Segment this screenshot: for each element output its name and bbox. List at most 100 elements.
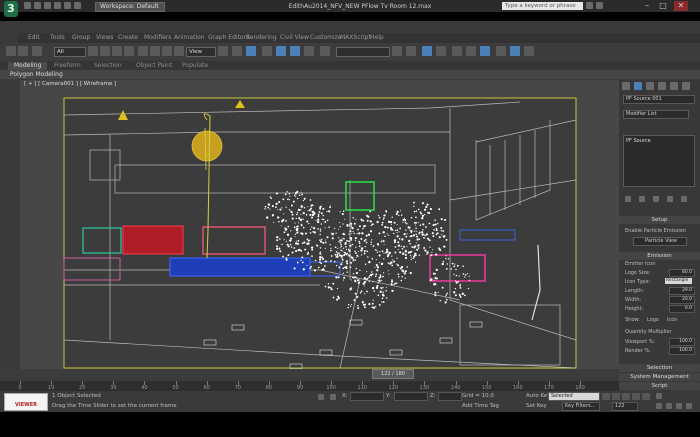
material-editor-icon[interactable] bbox=[480, 46, 490, 56]
play-icon[interactable] bbox=[622, 393, 630, 400]
x-coordinate-field[interactable] bbox=[350, 392, 384, 401]
add-time-tag[interactable]: Add Time Tag bbox=[462, 403, 499, 409]
undo-icon[interactable] bbox=[54, 2, 61, 9]
app-logo-icon[interactable]: 3 bbox=[4, 1, 18, 17]
ribbon-tab-freeform[interactable]: Freeform bbox=[48, 62, 87, 70]
selection-filter-dropdown[interactable]: All bbox=[54, 47, 86, 57]
camera-viewport[interactable]: [ + ] [ Camera001 ] [ Wireframe ] bbox=[20, 80, 619, 369]
time-slider-thumb[interactable]: 122 / 180 bbox=[372, 369, 414, 379]
select-manipulate-icon[interactable] bbox=[232, 46, 242, 56]
script-rollout[interactable]: Script bbox=[619, 382, 700, 390]
ribbon-tab-object-paint[interactable]: Object Paint bbox=[130, 62, 178, 70]
display-tab-icon[interactable] bbox=[670, 82, 678, 90]
menu-item-group[interactable]: Group bbox=[72, 33, 90, 43]
menu-item-rendering[interactable]: Rendering bbox=[246, 33, 277, 43]
height-spinner[interactable]: 0.0 bbox=[669, 305, 695, 313]
configure-modifier-sets-icon[interactable] bbox=[681, 196, 687, 202]
ribbon-tab-modeling[interactable]: Modeling bbox=[8, 62, 48, 70]
redo-icon[interactable] bbox=[64, 2, 71, 9]
menu-item-help[interactable]: Help bbox=[370, 33, 384, 43]
y-coordinate-field[interactable] bbox=[394, 392, 428, 401]
schematic-view-icon[interactable] bbox=[466, 46, 476, 56]
placement-icon[interactable] bbox=[174, 46, 184, 56]
undo-icon[interactable] bbox=[6, 46, 16, 56]
help-icon[interactable] bbox=[596, 2, 603, 9]
close-button[interactable]: ✕ bbox=[674, 1, 688, 11]
show-end-result-icon[interactable] bbox=[639, 196, 645, 202]
save-icon[interactable] bbox=[44, 2, 51, 9]
hierarchy-tab-icon[interactable] bbox=[646, 82, 654, 90]
minimize-button[interactable]: – bbox=[640, 1, 654, 11]
redo-icon[interactable] bbox=[18, 46, 28, 56]
ribbon-tab-selection[interactable]: Selection bbox=[88, 62, 128, 70]
keyboard-shortcut-override-icon[interactable] bbox=[246, 46, 256, 56]
key-filters-button[interactable]: Key Filters... bbox=[562, 402, 600, 411]
menu-item-graph-editors[interactable]: Graph Editors bbox=[208, 33, 249, 43]
scale-icon[interactable] bbox=[162, 46, 172, 56]
select-link-icon[interactable] bbox=[32, 46, 42, 56]
z-coordinate-field[interactable] bbox=[438, 392, 462, 401]
render-setup-icon[interactable] bbox=[496, 46, 506, 56]
search-input[interactable]: Type a keyword or phrase bbox=[502, 2, 583, 10]
menu-item-create[interactable]: Create bbox=[118, 33, 138, 43]
remove-modifier-icon[interactable] bbox=[667, 196, 673, 202]
stack-item-pf-source[interactable]: PF Source bbox=[626, 138, 651, 144]
viewport-percent-spinner[interactable]: 100.0 bbox=[669, 338, 695, 346]
menu-item-maxscript[interactable]: MAXScript bbox=[340, 33, 371, 43]
render-production-icon[interactable] bbox=[524, 46, 534, 56]
rectangular-selection-icon[interactable] bbox=[112, 46, 122, 56]
menu-item-views[interactable]: Views bbox=[96, 33, 113, 43]
logo-size-spinner[interactable]: 80.0 bbox=[669, 269, 695, 277]
emission-rollout[interactable]: Emission bbox=[619, 252, 700, 260]
menu-item-modifiers[interactable]: Modifiers bbox=[144, 33, 171, 43]
menu-item-tools[interactable]: Tools bbox=[50, 33, 65, 43]
motion-tab-icon[interactable] bbox=[658, 82, 666, 90]
absolute-mode-icon[interactable] bbox=[330, 394, 336, 400]
length-spinner[interactable]: 29.0 bbox=[669, 287, 695, 295]
track-bar[interactable]: 0 10 20 30 40 50 60 70 80 90 100 110 120 130 140 150 160… bbox=[0, 381, 619, 391]
spinner-snap-icon[interactable] bbox=[304, 46, 314, 56]
viewport-label[interactable]: [ + ] [ Camera001 ] [ Wireframe ] bbox=[24, 81, 116, 87]
viewport-scene[interactable] bbox=[20, 80, 619, 369]
go-to-start-icon[interactable] bbox=[602, 393, 610, 400]
object-name-field[interactable]: PF Source 001 bbox=[623, 95, 695, 104]
make-unique-icon[interactable] bbox=[653, 196, 659, 202]
time-configuration-icon[interactable] bbox=[656, 393, 662, 399]
new-file-icon[interactable] bbox=[24, 2, 31, 9]
info-center-icon[interactable] bbox=[586, 2, 593, 9]
pin-stack-icon[interactable] bbox=[625, 196, 631, 202]
project-folder-icon[interactable] bbox=[74, 2, 81, 9]
angle-snap-icon[interactable] bbox=[276, 46, 286, 56]
pivot-center-icon[interactable] bbox=[218, 46, 228, 56]
setup-rollout[interactable]: Setup bbox=[619, 216, 700, 224]
select-by-name-icon[interactable] bbox=[100, 46, 110, 56]
align-icon[interactable] bbox=[406, 46, 416, 56]
workspace-dropdown[interactable]: Workspace: Default bbox=[95, 2, 165, 12]
modifier-list-dropdown[interactable]: Modifier List bbox=[623, 110, 689, 119]
move-icon[interactable] bbox=[138, 46, 148, 56]
create-tab-icon[interactable] bbox=[622, 82, 630, 90]
polygon-modeling-panel[interactable]: Polygon Modeling bbox=[10, 70, 63, 79]
maximize-button[interactable]: □ bbox=[656, 1, 670, 11]
width-spinner[interactable]: 20.0 bbox=[669, 296, 695, 304]
enable-emission-checkbox[interactable]: Enable Particle Emission bbox=[625, 228, 686, 234]
select-object-icon[interactable] bbox=[88, 46, 98, 56]
orbit-icon[interactable] bbox=[676, 403, 682, 409]
go-to-end-icon[interactable] bbox=[642, 393, 650, 400]
utilities-tab-icon[interactable] bbox=[682, 82, 690, 90]
edit-named-selection-icon[interactable] bbox=[320, 46, 330, 56]
time-slider[interactable]: 122 / 180 bbox=[0, 369, 619, 381]
rendered-frame-window-icon[interactable] bbox=[510, 46, 520, 56]
next-frame-icon[interactable] bbox=[632, 393, 640, 400]
percent-snap-icon[interactable] bbox=[290, 46, 300, 56]
zoom-all-icon[interactable] bbox=[666, 403, 672, 409]
modify-tab-icon[interactable] bbox=[634, 82, 642, 90]
ribbon-tab-populate[interactable]: Populate bbox=[176, 62, 214, 70]
menu-item-customize[interactable]: Customize bbox=[310, 33, 342, 43]
system-management-rollout[interactable]: System Management bbox=[619, 373, 700, 381]
zoom-icon[interactable] bbox=[656, 403, 662, 409]
lock-selection-icon[interactable] bbox=[318, 394, 324, 400]
maxscript-listener-box[interactable]: VIEWER bbox=[4, 393, 48, 411]
menu-item-animation[interactable]: Animation bbox=[174, 33, 205, 43]
selection-rollout[interactable]: Selection bbox=[619, 364, 700, 372]
